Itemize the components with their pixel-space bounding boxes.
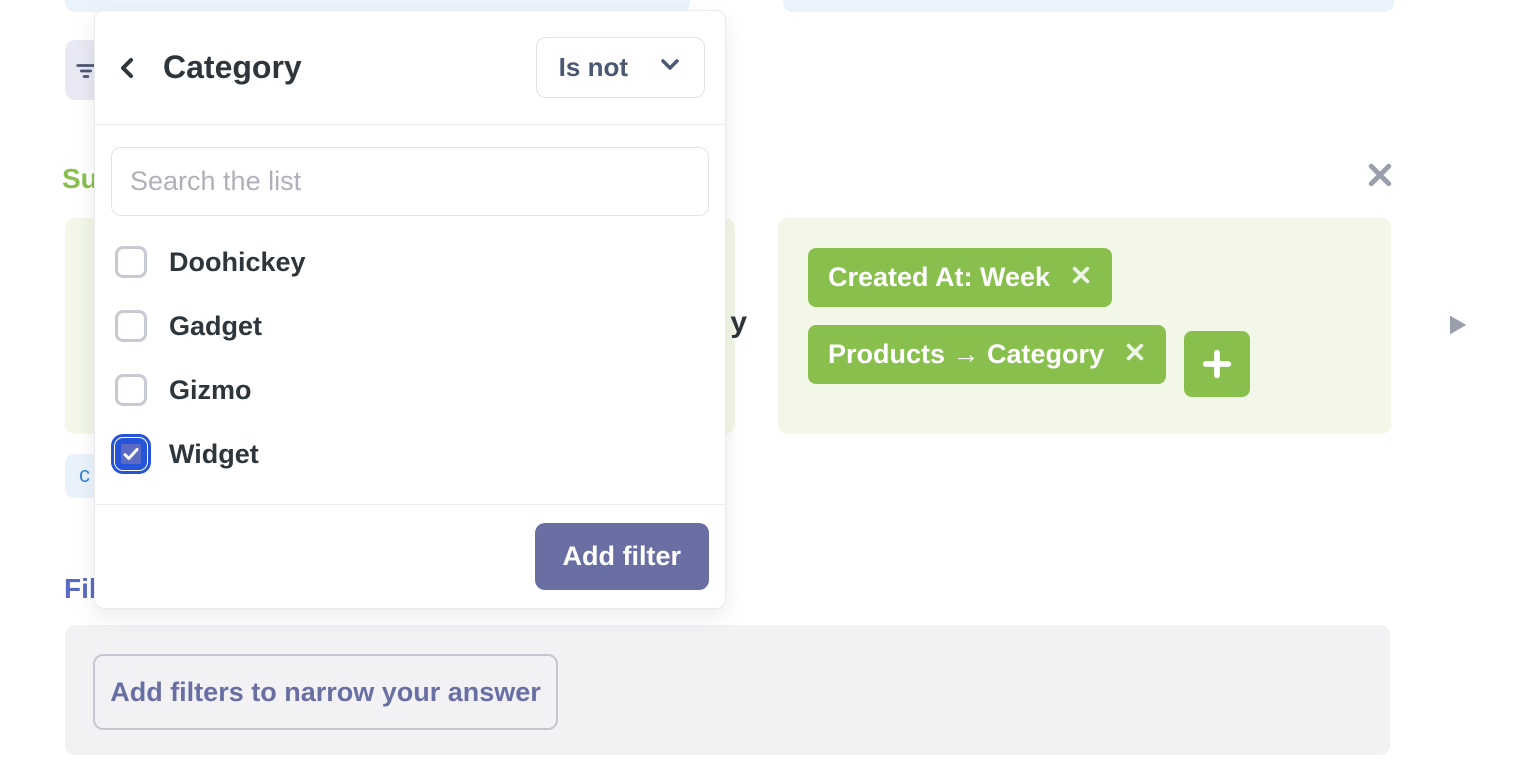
operator-select-label: Is not [559, 52, 628, 83]
filter-option[interactable]: Gadget [111, 294, 709, 358]
filters-panel: Add filters to narrow your answer [65, 625, 1390, 755]
top-bar-fragment-right [783, 0, 1394, 12]
operator-select[interactable]: Is not [536, 37, 705, 98]
filter-option-label: Gizmo [169, 375, 252, 406]
checkbox[interactable] [115, 438, 147, 470]
breakout-chip-label: Products → Category [828, 339, 1104, 370]
filter-popover-header: Category Is not [95, 11, 725, 125]
add-filters-button[interactable]: Add filters to narrow your answer [93, 654, 558, 730]
checkbox[interactable] [115, 310, 147, 342]
breakout-chip-label: Created At: Week [828, 262, 1050, 293]
filter-option[interactable]: Doohickey [111, 230, 709, 294]
filter-option-label: Widget [169, 439, 259, 470]
back-button[interactable] [111, 51, 145, 85]
close-icon[interactable] [1070, 262, 1092, 293]
filter-option[interactable]: Widget [111, 422, 709, 486]
chevron-down-icon [658, 52, 682, 83]
filter-popover: Category Is not Doohickey Gadget [94, 10, 726, 609]
filter-option-label: Doohickey [169, 247, 306, 278]
run-query-button[interactable] [1443, 311, 1471, 344]
section-label-fragment-fil: Fil [64, 573, 97, 605]
chevron-left-icon [116, 53, 140, 83]
section-label-fragment-su: Su [62, 163, 98, 195]
close-icon[interactable] [1124, 339, 1146, 370]
checkbox[interactable] [115, 246, 147, 278]
search-input[interactable] [111, 147, 709, 216]
breakout-chip[interactable]: Created At: Week [808, 248, 1112, 307]
close-icon[interactable] [1365, 160, 1395, 195]
filter-option-list: Doohickey Gadget Gizmo Widget [111, 216, 709, 496]
add-filter-button[interactable]: Add filter [535, 523, 710, 590]
breakout-chip[interactable]: Products → Category [808, 325, 1166, 384]
text-fragment-y: y [730, 306, 747, 340]
checkbox[interactable] [115, 374, 147, 406]
play-icon [1443, 311, 1471, 339]
filter-popover-title: Category [163, 49, 302, 86]
filter-option[interactable]: Gizmo [111, 358, 709, 422]
breakout-panel: Created At: Week Products → Category [778, 218, 1391, 434]
plus-icon [1200, 347, 1234, 381]
filter-option-label: Gadget [169, 311, 262, 342]
add-breakout-button[interactable] [1184, 331, 1250, 397]
